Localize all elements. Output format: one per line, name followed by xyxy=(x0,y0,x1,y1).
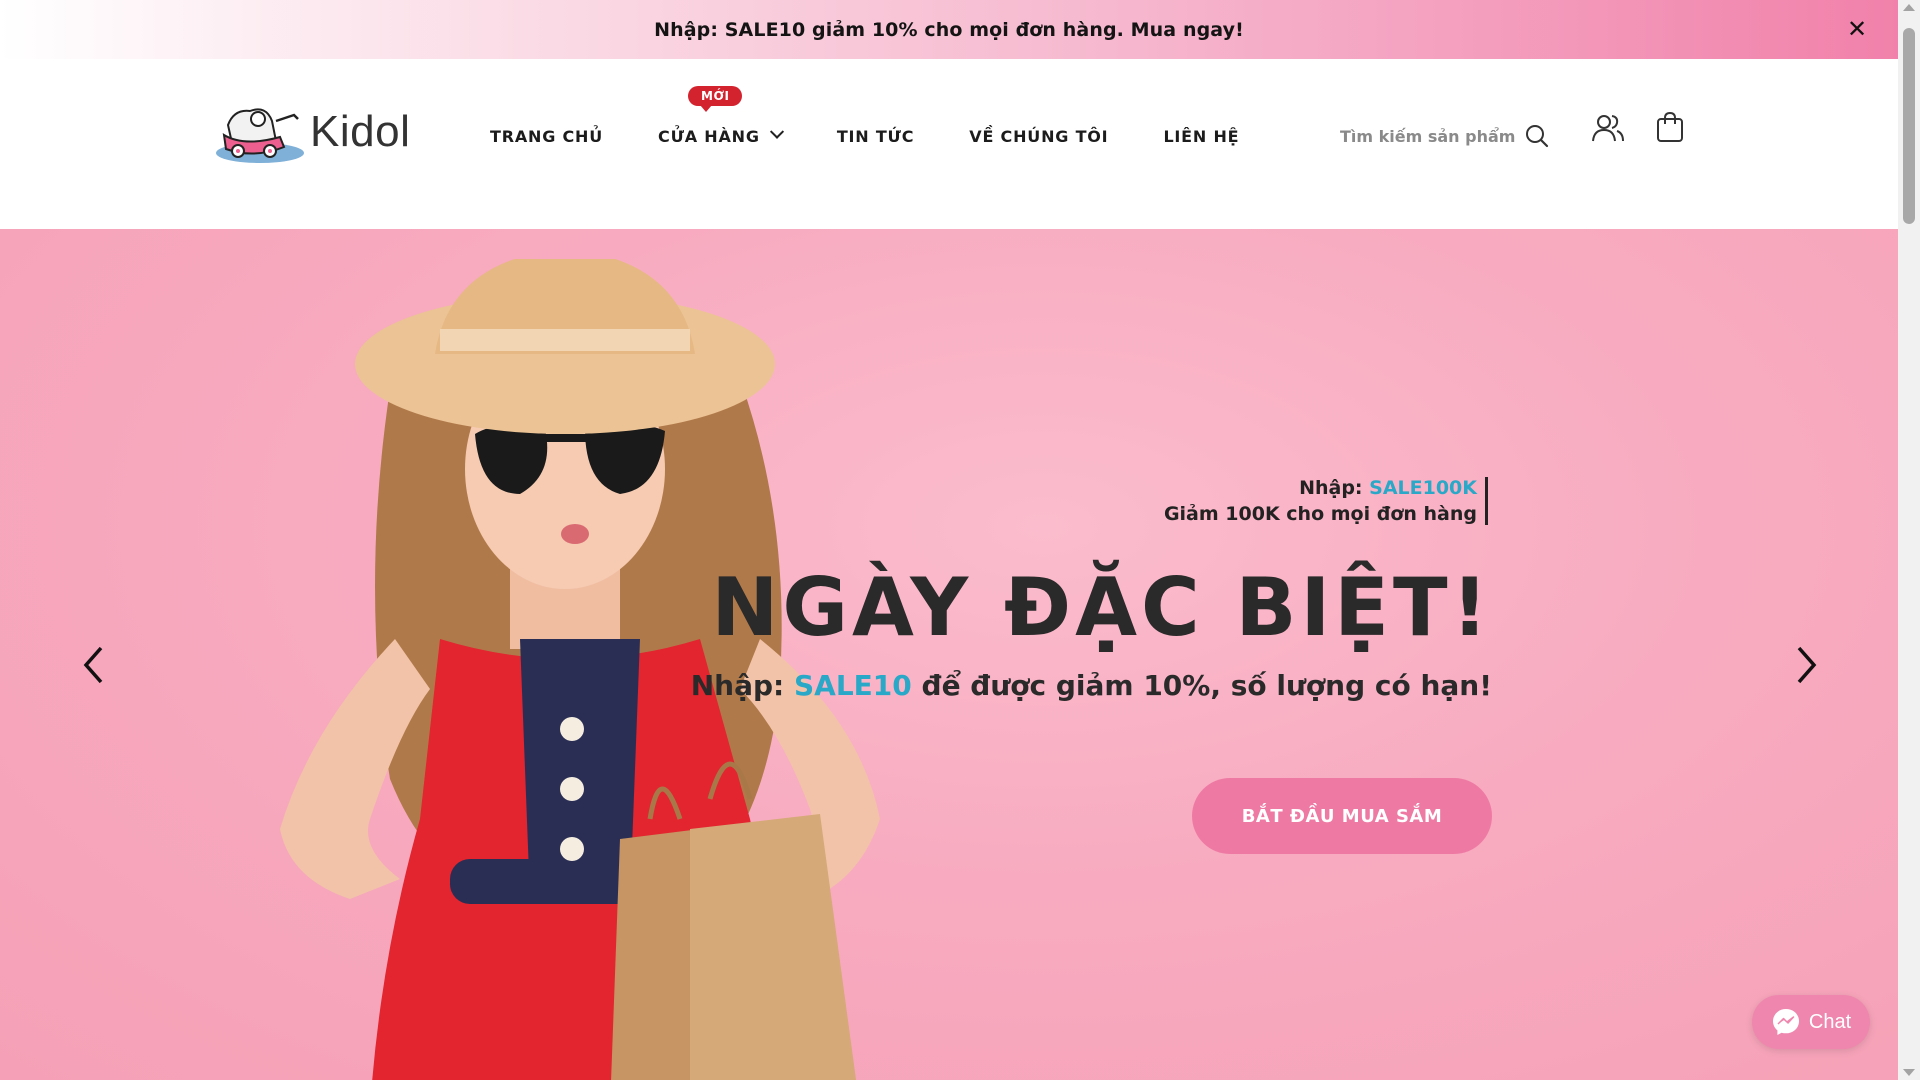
scallop-bump xyxy=(1478,198,1526,228)
scallop-bump xyxy=(868,198,916,228)
chevron-down-icon xyxy=(769,124,784,139)
promo-prefix: Nhập: xyxy=(1299,477,1370,499)
nav-item-about[interactable]: VỀ CHÚNG TÔI xyxy=(969,121,1108,151)
scallop-bump xyxy=(807,198,855,228)
promo-description: Giảm 100K cho mọi đơn hàng xyxy=(1163,503,1477,525)
scallop-bump xyxy=(75,198,123,228)
nav-item-contact[interactable]: LIÊN HỆ xyxy=(1163,121,1239,151)
chat-button[interactable]: Chat xyxy=(1752,995,1870,1049)
main-nav: TRANG CHỦ MỚI CỬA HÀNG TIN TỨC VỀ CHÚNG … xyxy=(490,86,1294,151)
scallop-bump xyxy=(1783,198,1831,228)
scallop-bump xyxy=(1112,198,1160,228)
nav-item-shop[interactable]: MỚI CỬA HÀNG xyxy=(658,86,784,151)
promo-line: Nhập: SALE100K xyxy=(1164,477,1477,499)
chevron-right-icon xyxy=(1797,646,1817,684)
nav-label: VỀ CHÚNG TÔI xyxy=(969,126,1109,146)
search-box xyxy=(1340,119,1554,153)
close-announcement-button[interactable]: ✕ xyxy=(1842,14,1872,44)
scallop-bump xyxy=(1539,198,1587,228)
logo-text: Kidol xyxy=(310,107,411,156)
announcement-text[interactable]: Nhập: SALE10 giảm 10% cho mọi đơn hàng. … xyxy=(654,19,1244,41)
scallop-bump xyxy=(1173,198,1221,228)
scallop-bump xyxy=(1234,198,1282,228)
hero-slider: Nhập: SALE100K Giảm 100K cho mọi đơn hàn… xyxy=(0,229,1898,1080)
scallop-bump xyxy=(319,198,367,228)
scallop-bump xyxy=(1661,198,1709,228)
nav-item-news[interactable]: TIN TỨC xyxy=(837,121,914,151)
chevron-left-icon xyxy=(83,646,103,684)
sub-prefix: Nhập: xyxy=(690,669,794,702)
scallop-bump xyxy=(14,198,62,228)
scallop-bump xyxy=(1600,198,1648,228)
scroll-up-arrow-icon[interactable] xyxy=(1903,4,1915,11)
scallop-bump xyxy=(502,198,550,228)
scallop-bump xyxy=(929,198,977,228)
slider-prev-button[interactable] xyxy=(74,640,114,690)
baby-stroller-logo-icon xyxy=(216,108,304,163)
hero-title: NGÀY ĐẶC BIỆT! xyxy=(711,561,1492,654)
user-icon xyxy=(1592,115,1624,142)
nav-label: LIÊN HỆ xyxy=(1163,126,1240,146)
search-button[interactable] xyxy=(1520,119,1554,153)
search-icon xyxy=(1526,125,1549,148)
scallop-bump xyxy=(1844,198,1892,228)
scallop-bump xyxy=(258,198,306,228)
nav-label: TRANG CHỦ xyxy=(490,126,604,146)
scallop-bump xyxy=(1356,198,1404,228)
scallop-bump xyxy=(1295,198,1343,228)
scallop-bump xyxy=(441,198,489,228)
scroll-thumb[interactable] xyxy=(1903,28,1915,224)
nav-label: CỬA HÀNG xyxy=(658,126,760,146)
promo-code: SALE100K xyxy=(1369,477,1477,499)
scallop-bump xyxy=(197,198,245,228)
scallop-bump xyxy=(563,198,611,228)
account-button[interactable] xyxy=(1590,110,1626,146)
scallop-bump xyxy=(380,198,428,228)
scallop-bump xyxy=(1051,198,1099,228)
logo-link[interactable]: Kidol xyxy=(214,99,410,165)
scallop-bump xyxy=(746,198,794,228)
scallop-bump xyxy=(685,198,733,228)
page-scrollbar[interactable] xyxy=(1898,0,1920,1080)
promo-code-callout: Nhập: SALE100K Giảm 100K cho mọi đơn hàn… xyxy=(1164,477,1488,525)
scallop-bump xyxy=(624,198,672,228)
nav-label: TIN TỨC xyxy=(836,126,915,146)
sub-suffix: để được giảm 10%, số lượng có hạn! xyxy=(911,669,1492,702)
scallop-bump xyxy=(1417,198,1465,228)
new-badge: MỚI xyxy=(688,86,743,112)
slider-next-button[interactable] xyxy=(1786,640,1826,690)
nav-item-home[interactable]: TRANG CHỦ xyxy=(490,121,603,151)
search-input[interactable] xyxy=(1340,126,1518,146)
sub-code: SALE10 xyxy=(794,669,912,702)
chat-label: Chat xyxy=(1808,1010,1852,1033)
cart-button[interactable] xyxy=(1652,109,1688,145)
shopping-bag-icon xyxy=(1657,111,1683,142)
start-shopping-button[interactable]: BẮT ĐẦU MUA SẮM xyxy=(1192,778,1492,854)
scroll-down-arrow-icon[interactable] xyxy=(1903,1069,1915,1076)
scallop-divider xyxy=(0,198,1898,228)
announcement-bar: Nhập: SALE10 giảm 10% cho mọi đơn hàng. … xyxy=(0,0,1898,59)
scallop-bump xyxy=(136,198,184,228)
hero-subtitle: Nhập: SALE10 để được giảm 10%, số lượng … xyxy=(691,669,1492,702)
scallop-bump xyxy=(990,198,1038,228)
messenger-icon xyxy=(1772,1009,1799,1035)
scallop-bump xyxy=(1722,198,1770,228)
